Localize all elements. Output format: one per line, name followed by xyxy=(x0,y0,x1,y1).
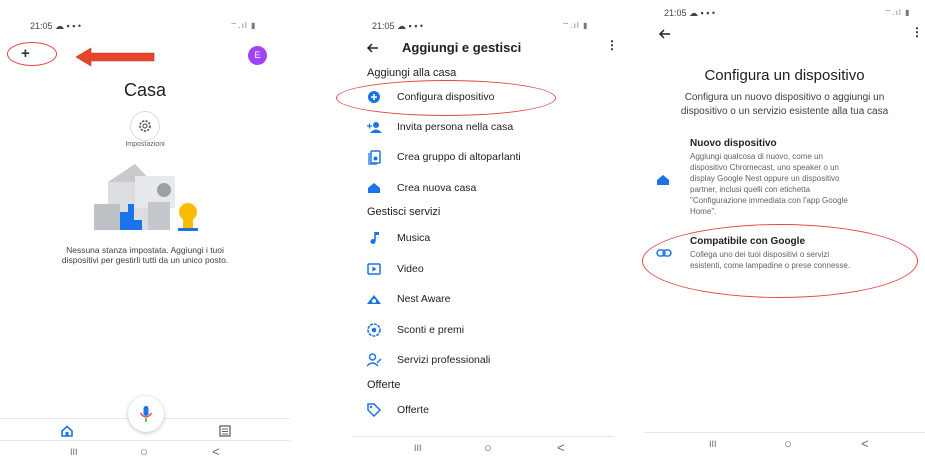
status-indicators: ⌔.ıl ▮ xyxy=(884,8,911,17)
system-nav-bar: III ○ < xyxy=(0,440,290,463)
menu-item-speaker-group[interactable]: Crea gruppo di altoparlanti xyxy=(366,149,606,165)
status-time: 21:05 ☁ ▪ ▪ • xyxy=(30,21,82,31)
microphone-icon xyxy=(139,406,153,422)
avatar[interactable]: E xyxy=(248,46,267,65)
settings-button[interactable] xyxy=(130,111,160,141)
back-arrow-icon[interactable] xyxy=(658,27,672,41)
overflow-menu-icon[interactable]: ⋮ xyxy=(911,26,923,38)
menu-item-label: Offerte xyxy=(397,404,429,416)
annotation-circle xyxy=(7,42,57,66)
menu-item-label: Servizi professionali xyxy=(397,354,491,366)
back-arrow-icon[interactable] xyxy=(366,41,380,55)
back-nav-button[interactable]: < xyxy=(557,441,565,455)
home-nav-button[interactable]: ○ xyxy=(140,445,148,459)
menu-item-offers-rewards[interactable]: Sconti e premi xyxy=(366,322,606,338)
section-header-add: Aggiungi alla casa xyxy=(367,67,457,79)
back-nav-button[interactable]: < xyxy=(212,445,220,459)
home-nav-button[interactable]: ○ xyxy=(784,437,792,451)
status-indicators: ⌔.ıl ▮ xyxy=(562,21,589,30)
menu-item-label: Musica xyxy=(397,232,431,244)
recent-apps-button[interactable]: III xyxy=(709,437,717,451)
status-time: 21:05 ☁ ▪ ▪ • xyxy=(372,21,424,31)
menu-item-offers[interactable]: Offerte xyxy=(366,402,606,418)
configure-device-screen: 21:05 ☁ ▪ ▪ • ⌔.ıl ▮ ⋮ Configura un disp… xyxy=(642,0,925,463)
page-title: Casa xyxy=(123,80,167,100)
tag-icon xyxy=(367,403,382,418)
empty-state-text: dispositivi per gestirli tutti da un uni… xyxy=(61,255,229,265)
nest-aware-icon xyxy=(367,295,381,304)
menu-item-new-home[interactable]: Crea nuova casa xyxy=(366,180,606,196)
home-screen: 21:05 ☁ ▪ ▪ • ⌔.ıl ▮ + E Casa Impostazio… xyxy=(0,0,290,463)
menu-item-professional-services[interactable]: Servizi professionali xyxy=(366,352,606,368)
home-nav-button[interactable]: ○ xyxy=(484,441,492,455)
menu-item-music[interactable]: Musica xyxy=(366,230,606,246)
menu-item-video[interactable]: Video xyxy=(366,261,606,277)
recent-apps-button[interactable]: III xyxy=(70,445,78,459)
menu-item-nest-aware[interactable]: Nest Aware xyxy=(366,291,606,307)
feed-tab-icon[interactable] xyxy=(218,424,232,438)
recent-apps-button[interactable]: III xyxy=(414,441,422,455)
section-header-offers: Offerte xyxy=(367,379,401,391)
back-nav-button[interactable]: < xyxy=(861,437,869,451)
page-subtitle: dispositivo o un servizio esistente alla… xyxy=(680,106,889,117)
empty-home-illustration xyxy=(94,164,198,231)
annotation-arrow-icon xyxy=(76,47,155,67)
section-header-services: Gestisci servizi xyxy=(367,206,441,218)
person-add-icon xyxy=(367,122,382,133)
menu-item-label: Video xyxy=(397,263,424,275)
option-new-device[interactable]: Nuovo dispositivo Aggiungi qualcosa di n… xyxy=(644,136,925,226)
menu-item-label: Crea gruppo di altoparlanti xyxy=(397,151,521,163)
page-title: Configura un dispositivo xyxy=(704,67,865,84)
gear-icon xyxy=(139,120,151,132)
system-nav-bar: III ○ < xyxy=(352,436,614,459)
home-tab-icon[interactable] xyxy=(60,424,74,438)
annotation-circle xyxy=(336,80,556,116)
professional-services-icon xyxy=(366,353,382,367)
annotation-circle xyxy=(642,224,918,298)
status-time: 21:05 ☁ ▪ ▪ • xyxy=(664,8,716,18)
option-description: Aggiungi qualcosa di nuovo, come un disp… xyxy=(690,152,848,216)
speaker-group-icon xyxy=(368,150,381,165)
menu-item-invite-person[interactable]: Invita persona nella casa xyxy=(366,119,606,135)
overflow-menu-icon[interactable]: ⋮ xyxy=(606,39,618,51)
page-title: Aggiungi e gestisci xyxy=(402,40,522,55)
menu-item-label: Sconti e premi xyxy=(397,324,465,336)
home-icon xyxy=(657,175,669,185)
menu-item-label: Nest Aware xyxy=(397,293,451,305)
menu-item-label: Invita persona nella casa xyxy=(397,121,514,133)
home-icon xyxy=(368,183,380,193)
settings-label: Impostazioni xyxy=(125,141,165,148)
status-indicators: ⌔.ıl ▮ xyxy=(230,21,257,30)
music-note-icon xyxy=(370,232,379,244)
video-icon xyxy=(367,263,381,275)
empty-state-text: Nessuna stanza impostata. Aggiungi i tuo… xyxy=(66,245,224,255)
system-nav-bar: III ○ < xyxy=(644,432,925,455)
add-and-manage-screen: 21:05 ☁ ▪ ▪ • ⌔.ıl ▮ Aggiungi e gestisci… xyxy=(336,0,618,463)
menu-item-label: Crea nuova casa xyxy=(397,182,477,194)
option-title: Nuovo dispositivo xyxy=(690,138,777,149)
microphone-button[interactable] xyxy=(128,396,164,432)
offers-icon xyxy=(367,323,381,337)
page-subtitle: Configura un nuovo dispositivo o aggiung… xyxy=(684,92,885,103)
